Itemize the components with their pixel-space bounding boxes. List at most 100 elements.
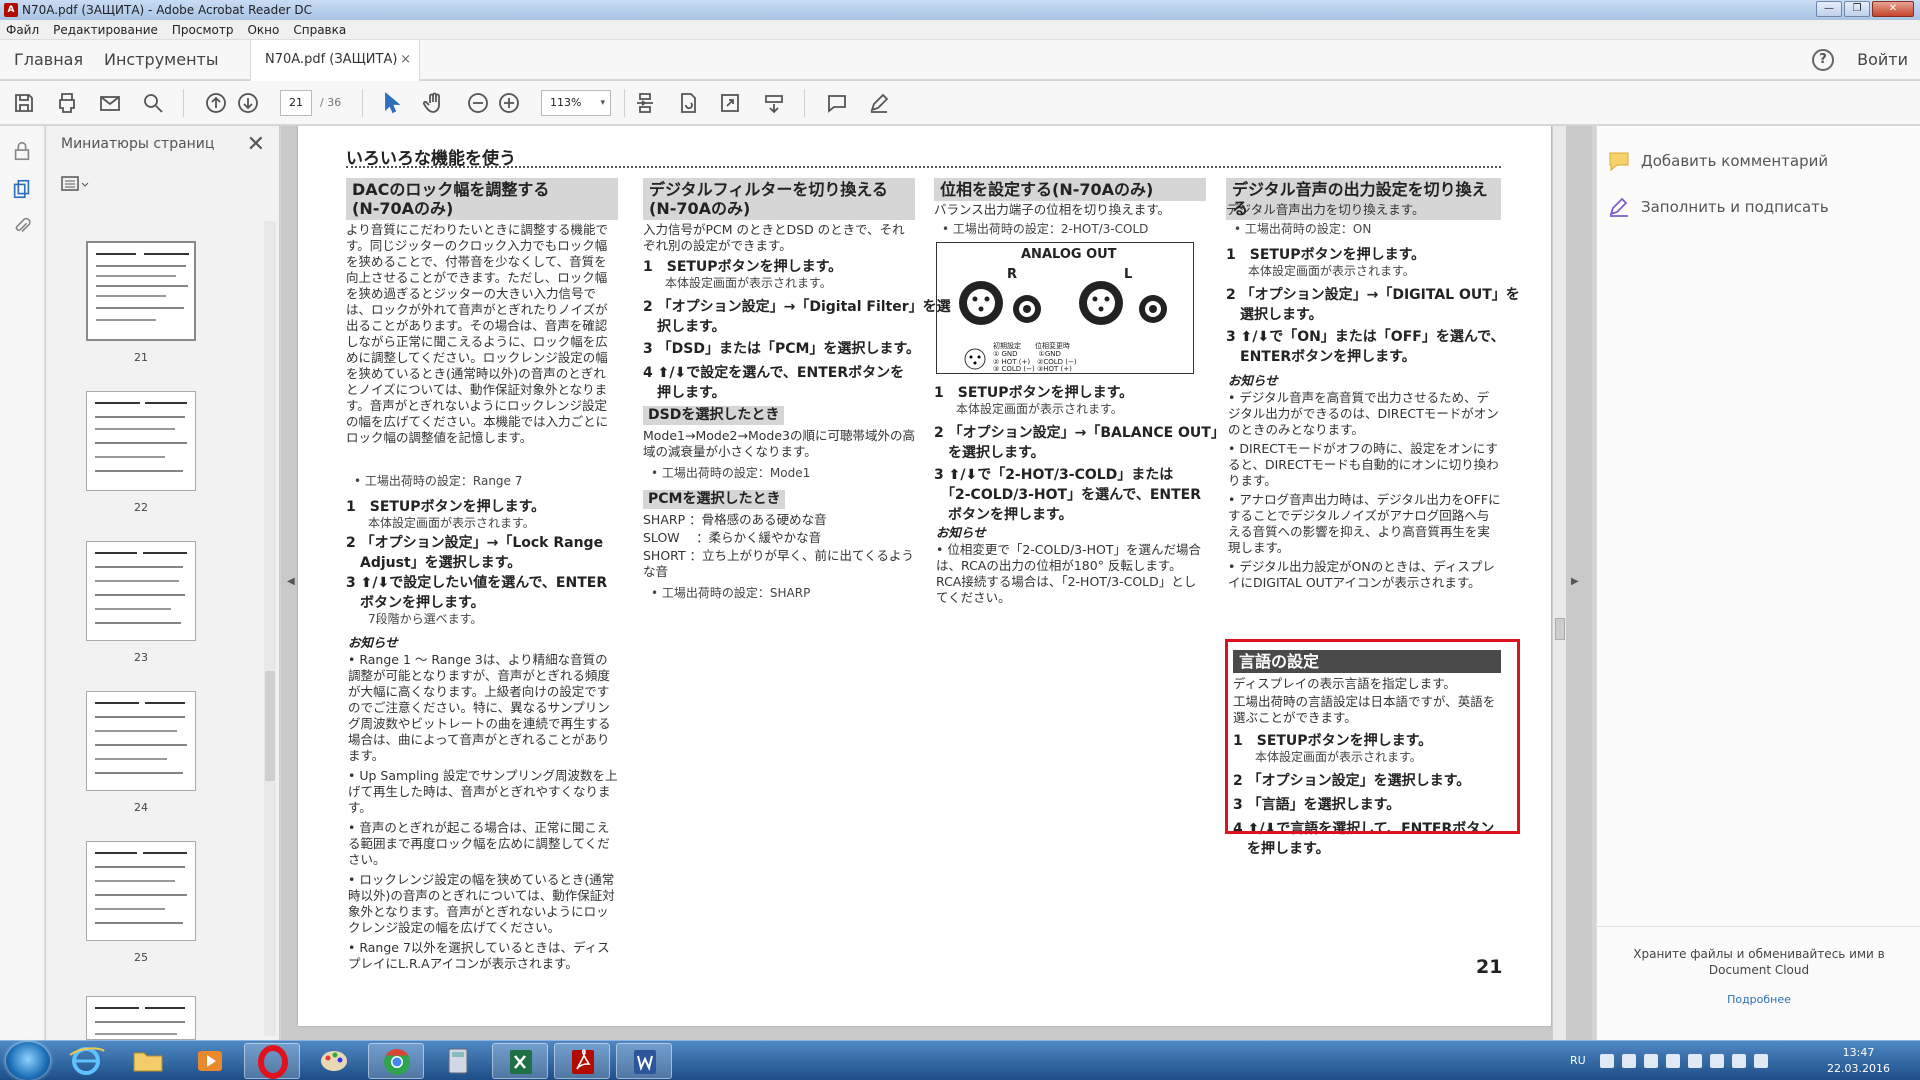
clock[interactable]: 13:47 22.03.2016 xyxy=(1827,1045,1890,1077)
acrobat-icon[interactable] xyxy=(554,1043,610,1079)
add-comment-button[interactable]: Добавить комментарий xyxy=(1607,146,1828,176)
zoom-value: 113% xyxy=(550,96,582,109)
document-scroll-thumb[interactable] xyxy=(1555,618,1565,640)
collapse-left-icon[interactable]: ◀ xyxy=(287,576,295,587)
flag-icon[interactable] xyxy=(1666,1054,1680,1068)
menu-view[interactable]: Просмотр xyxy=(172,20,234,39)
tab-close-icon[interactable]: × xyxy=(400,40,411,80)
explorer-icon[interactable] xyxy=(120,1043,176,1079)
toolbar: 21 / 36 113% ▾ xyxy=(0,81,1920,125)
full-screen-icon[interactable] xyxy=(718,91,742,115)
zoom-out-icon[interactable] xyxy=(466,91,490,115)
pcm-option: SHARP ：骨格感のある硬めな音 xyxy=(643,512,827,527)
pen-icon[interactable] xyxy=(867,91,891,115)
page-number-input[interactable]: 21 xyxy=(280,90,312,116)
keyboard-icon[interactable] xyxy=(1600,1054,1614,1068)
thumbnail-options-icon[interactable] xyxy=(61,174,91,194)
toolbar-divider xyxy=(362,89,363,117)
paint-icon[interactable] xyxy=(306,1043,362,1079)
email-icon[interactable] xyxy=(98,91,122,115)
sub-heading-dsd: DSDを選択したとき xyxy=(643,406,785,425)
acrobat-app-icon: A xyxy=(4,3,18,17)
comment-icon[interactable] xyxy=(825,91,849,115)
thumbnail-scrollbar[interactable] xyxy=(264,221,276,1036)
page-thumbnails-icon[interactable] xyxy=(11,178,35,202)
section-title-dac-lock: DACのロック幅を調整する (N-70Aのみ) xyxy=(346,178,618,220)
menu-edit[interactable]: Редактирование xyxy=(53,20,158,39)
section-title-digital-filter: デジタルフィルターを切り換える (N-70Aのみ) xyxy=(643,178,915,220)
step-text: 1 SETUPボタンを押します。 xyxy=(643,259,843,275)
lock-icon[interactable] xyxy=(11,140,35,164)
scroll-mode-icon[interactable] xyxy=(762,91,786,115)
select-cursor-icon[interactable] xyxy=(380,91,404,115)
chrome-icon[interactable] xyxy=(368,1043,424,1079)
menu-window[interactable]: Окно xyxy=(247,20,279,39)
wifi-icon[interactable] xyxy=(1710,1054,1724,1068)
highlight-annotation xyxy=(1225,639,1520,834)
maximize-button[interactable]: ❐ xyxy=(1844,1,1870,17)
note-item: • ロックレンジ設定の幅を狭めているとき(通常時以外)の音声のとぎれについては、… xyxy=(348,872,615,935)
default-setting: • 工場出荷時の設定：2-HOT/3-COLD xyxy=(942,222,1149,236)
printer-tray-icon[interactable] xyxy=(1644,1054,1658,1068)
save-icon[interactable] xyxy=(12,91,36,115)
close-icon[interactable]: ✕ xyxy=(247,132,265,157)
language-indicator[interactable]: RU xyxy=(1570,1054,1586,1067)
signin-button[interactable]: Войти xyxy=(1857,40,1908,80)
volume-mute-icon[interactable] xyxy=(1732,1054,1746,1068)
thumbnail-page[interactable] xyxy=(86,241,196,341)
connector-diagram xyxy=(959,281,1167,325)
expand-right-icon[interactable]: ▶ xyxy=(1571,576,1579,587)
zoom-in-icon[interactable] xyxy=(497,91,521,115)
tab-document[interactable]: N70A.pdf (ЗАЩИТА) × xyxy=(250,40,420,81)
thumbnail-page[interactable] xyxy=(86,996,196,1040)
attachment-icon[interactable] xyxy=(11,216,35,240)
start-button[interactable] xyxy=(6,1042,50,1080)
step-text: 3 ⬆/⬇で設定したい値を選んで、ENTER ボタンを押します。 xyxy=(346,575,608,611)
word-icon[interactable] xyxy=(616,1043,672,1079)
section-text: 入力信号がPCM のときとDSD のときで、それぞれ別の設定ができます。 xyxy=(643,222,905,253)
menu-help[interactable]: Справка xyxy=(293,20,346,39)
close-window-button[interactable]: ✕ xyxy=(1872,1,1914,17)
tab-home[interactable]: Главная xyxy=(14,40,83,80)
monitor-icon[interactable] xyxy=(1754,1054,1768,1068)
note-label: お知らせ xyxy=(348,635,398,650)
zoom-select[interactable]: 113% ▾ xyxy=(541,90,611,116)
document-scrollbar[interactable] xyxy=(1552,126,1566,1040)
fit-page-icon[interactable] xyxy=(633,91,657,115)
tab-tools[interactable]: Инструменты xyxy=(104,40,219,80)
acrobat-window: A N70A.pdf (ЗАЩИТА) - Adobe Acrobat Read… xyxy=(0,0,1920,1080)
previous-page-icon[interactable] xyxy=(204,91,228,115)
note-label: お知らせ xyxy=(1228,373,1278,388)
search-icon[interactable] xyxy=(141,91,165,115)
thumbnail-page[interactable] xyxy=(86,391,196,491)
menu-file[interactable]: Файл xyxy=(6,20,39,39)
network-status-icon[interactable] xyxy=(1622,1054,1636,1068)
default-setting: • 工場出荷時の設定：Mode1 xyxy=(651,466,811,480)
thumbnail-page[interactable] xyxy=(86,541,196,641)
minimize-button[interactable]: — xyxy=(1816,1,1842,17)
ie-icon[interactable] xyxy=(58,1043,114,1079)
hand-tool-icon[interactable] xyxy=(422,91,446,115)
taskbar: RU 13:47 22.03.2016 xyxy=(0,1040,1920,1080)
calculator-icon[interactable] xyxy=(430,1043,486,1079)
page-total: / 36 xyxy=(320,96,342,109)
step-text: 2 「オプション設定」→「DIGITAL OUT」を 選択します。 xyxy=(1226,287,1520,323)
update-icon[interactable] xyxy=(1688,1054,1702,1068)
note-list: • デジタル音声を高音質で出力させるため、デジタル出力ができるのは、DIRECT… xyxy=(1228,390,1501,591)
thumbnail-page-number: 21 xyxy=(134,351,148,364)
print-icon[interactable] xyxy=(55,91,79,115)
note-item: • 音声のとぎれが起こる場合は、正常に聞こえる範囲まで再度ロック幅を広めに調整し… xyxy=(348,820,610,867)
help-button[interactable]: ? xyxy=(1812,49,1834,71)
thumbnail-page[interactable] xyxy=(86,691,196,791)
fill-sign-button[interactable]: Заполнить и подписать xyxy=(1607,192,1829,222)
opera-icon[interactable] xyxy=(244,1043,300,1079)
default-setting: • 工場出荷時の設定：SHARP xyxy=(651,586,811,600)
next-page-icon[interactable] xyxy=(236,91,260,115)
window-title: N70A.pdf (ЗАЩИТА) - Adobe Acrobat Reader… xyxy=(22,3,312,17)
excel-icon[interactable] xyxy=(492,1043,548,1079)
media-player-icon[interactable] xyxy=(182,1043,238,1079)
learn-more-link[interactable]: Подробнее xyxy=(1597,992,1920,1008)
thumbnail-scroll-thumb[interactable] xyxy=(265,671,275,781)
rotate-page-icon[interactable] xyxy=(676,91,700,115)
thumbnail-page[interactable] xyxy=(86,841,196,941)
